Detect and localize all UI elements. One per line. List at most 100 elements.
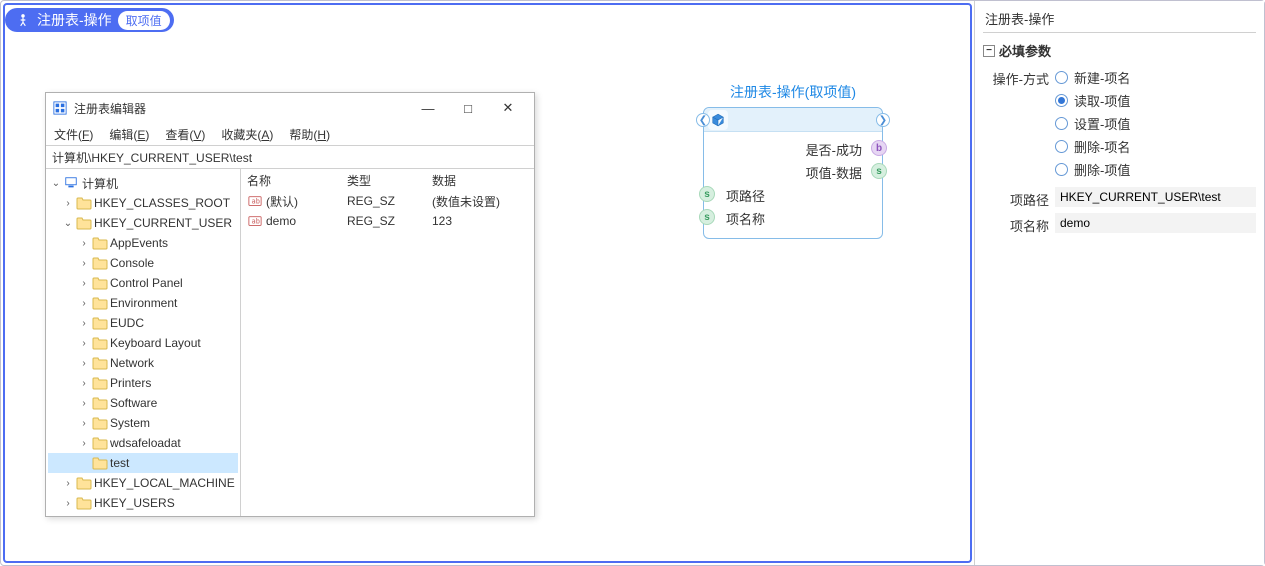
tree-key-Console[interactable]: › Console: [48, 253, 238, 273]
section-header-required[interactable]: − 必填参数: [983, 37, 1256, 64]
menu-编辑[interactable]: 编辑(E): [109, 126, 149, 143]
expander-icon[interactable]: ›: [78, 238, 90, 249]
tree-label: Printers: [110, 376, 151, 390]
address-bar[interactable]: 计算机\HKEY_CURRENT_USER\test: [46, 145, 534, 169]
tree-key-Printers[interactable]: › Printers: [48, 373, 238, 393]
window-title: 注册表编辑器: [74, 100, 402, 117]
radio-dot-icon: [1055, 94, 1068, 107]
values-list[interactable]: 名称 类型 数据 ab(默认)REG_SZ(数值未设置)abdemoREG_SZ…: [241, 169, 534, 516]
menu-帮助[interactable]: 帮助(H): [289, 126, 330, 143]
folder-icon: [92, 236, 108, 250]
folder-icon: [92, 376, 108, 390]
expander-icon[interactable]: ⌄: [50, 178, 62, 189]
svg-text:ab: ab: [252, 198, 260, 206]
value-data: (数值未设置): [426, 193, 534, 210]
expander-icon[interactable]: ›: [78, 398, 90, 409]
name-input[interactable]: [1055, 213, 1256, 233]
expander-icon[interactable]: ›: [78, 318, 90, 329]
expander-icon[interactable]: ›: [62, 198, 74, 209]
radio-label: 删除-项值: [1074, 160, 1130, 179]
tree-key-EUDC[interactable]: › EUDC: [48, 313, 238, 333]
input-port-icon[interactable]: s: [699, 209, 715, 225]
minimize-button[interactable]: —: [408, 94, 448, 122]
tree-key-wdsafeloadat[interactable]: ›wdsafeloadat: [48, 433, 238, 453]
flow-exec-out-icon[interactable]: ❯: [876, 113, 890, 127]
prop-label-mode: 操作-方式: [983, 66, 1055, 88]
radio-设置-项值[interactable]: 设置-项值: [1055, 114, 1256, 133]
maximize-button[interactable]: □: [448, 94, 488, 122]
tree-key-Software[interactable]: ›Software: [48, 393, 238, 413]
expander-icon[interactable]: ›: [78, 298, 90, 309]
tree-key-AppEvents[interactable]: ›AppEvents: [48, 233, 238, 253]
value-row[interactable]: ab(默认)REG_SZ(数值未设置): [241, 191, 534, 211]
tree-key-Keyboard Layout[interactable]: ›Keyboard Layout: [48, 333, 238, 353]
radio-删除-项名[interactable]: 删除-项名: [1055, 137, 1256, 156]
tree-hive-HKEY_LOCAL_MACHINE[interactable]: ›HKEY_LOCAL_MACHINE: [48, 473, 238, 493]
folder-icon: [92, 336, 108, 350]
close-button[interactable]: ✕: [488, 94, 528, 122]
expander-icon[interactable]: ›: [78, 358, 90, 369]
expander-icon[interactable]: ›: [78, 378, 90, 389]
radio-label: 删除-项名: [1074, 137, 1130, 156]
expander-icon[interactable]: ›: [78, 278, 90, 289]
radio-新建-项名[interactable]: 新建-项名: [1055, 68, 1256, 87]
port-label: 是否-成功: [806, 143, 862, 158]
expander-icon[interactable]: ›: [78, 438, 90, 449]
canvas-subtitle-chip[interactable]: 取项值: [118, 11, 170, 30]
tree-key-Network[interactable]: ›Network: [48, 353, 238, 373]
output-port-icon[interactable]: s: [871, 163, 887, 179]
flow-exec-in-icon[interactable]: ❮: [696, 113, 710, 127]
expander-icon[interactable]: ›: [78, 338, 90, 349]
tree-key-Control Panel[interactable]: ›Control Panel: [48, 273, 238, 293]
tree-label: Environment: [110, 296, 177, 310]
menu-查看[interactable]: 查看(V): [165, 126, 205, 143]
input-port-icon[interactable]: s: [699, 186, 715, 202]
prop-label-name: 项名称: [983, 213, 1055, 235]
tree-label: Console: [110, 256, 154, 270]
col-header-data[interactable]: 数据: [426, 172, 534, 189]
radio-label: 新建-项名: [1074, 68, 1130, 87]
registry-tree[interactable]: ⌄ 计算机›HKEY_CLASSES_ROOT⌄HKEY_CURRENT_USER…: [46, 169, 241, 516]
address-text: 计算机\HKEY_CURRENT_USER\test: [52, 149, 252, 166]
panel-title: 注册表-操作: [983, 5, 1256, 33]
expander-icon[interactable]: ⌄: [62, 218, 74, 229]
list-header[interactable]: 名称 类型 数据: [241, 169, 534, 191]
value-data: 123: [426, 214, 534, 228]
window-titlebar[interactable]: 注册表编辑器 — □ ✕: [46, 93, 534, 123]
col-header-type[interactable]: 类型: [341, 172, 426, 189]
expander-icon[interactable]: ›: [62, 478, 74, 489]
radio-读取-项值[interactable]: 读取-项值: [1055, 91, 1256, 110]
main-canvas: 注册表-操作 取项值 注册表编辑器 — □ ✕ 文件(F): [3, 3, 972, 563]
expander-icon[interactable]: ›: [78, 418, 90, 429]
prop-label-path: 项路径: [983, 187, 1055, 209]
port-label: 项值-数据: [806, 166, 862, 181]
tree-root[interactable]: ⌄ 计算机: [48, 173, 238, 193]
col-header-name[interactable]: 名称: [241, 172, 341, 189]
tree-key-System[interactable]: ›System: [48, 413, 238, 433]
menu-收藏夹[interactable]: 收藏夹(A): [221, 126, 273, 143]
value-row[interactable]: abdemoREG_SZ123: [241, 211, 534, 231]
expander-icon[interactable]: ›: [62, 498, 74, 509]
folder-icon: [92, 416, 108, 430]
port-label: 项路径: [726, 189, 765, 204]
flow-node-header[interactable]: [704, 108, 882, 132]
port-label: 项名称: [726, 212, 765, 227]
menu-文件[interactable]: 文件(F): [54, 126, 93, 143]
tree-key-Environment[interactable]: › Environment: [48, 293, 238, 313]
folder-icon: [76, 196, 92, 210]
node-cube-icon: [708, 110, 728, 130]
radio-删除-项值[interactable]: 删除-项值: [1055, 160, 1256, 179]
tree-key-test[interactable]: test: [48, 453, 238, 473]
tree-hive-HKEY_CURRENT_USER[interactable]: ⌄HKEY_CURRENT_USER: [48, 213, 238, 233]
flow-node[interactable]: 注册表-操作(取项值) ❮ ❯ 是否-成功b项值-数据ss项路径s项名称: [703, 82, 883, 239]
tree-hive-HKEY_USERS[interactable]: ›HKEY_USERS: [48, 493, 238, 513]
expander-icon[interactable]: ›: [78, 258, 90, 269]
tree-hive-HKEY_CLASSES_ROOT[interactable]: ›HKEY_CLASSES_ROOT: [48, 193, 238, 213]
flow-input: s项路径: [708, 184, 878, 207]
output-port-icon[interactable]: b: [871, 140, 887, 156]
path-input[interactable]: [1055, 187, 1256, 207]
tree-label: EUDC: [110, 316, 144, 330]
mode-radio-group: 新建-项名读取-项值设置-项值删除-项名删除-项值: [1055, 66, 1256, 179]
collapse-icon[interactable]: −: [983, 45, 995, 57]
tree-label: 计算机: [82, 175, 118, 192]
